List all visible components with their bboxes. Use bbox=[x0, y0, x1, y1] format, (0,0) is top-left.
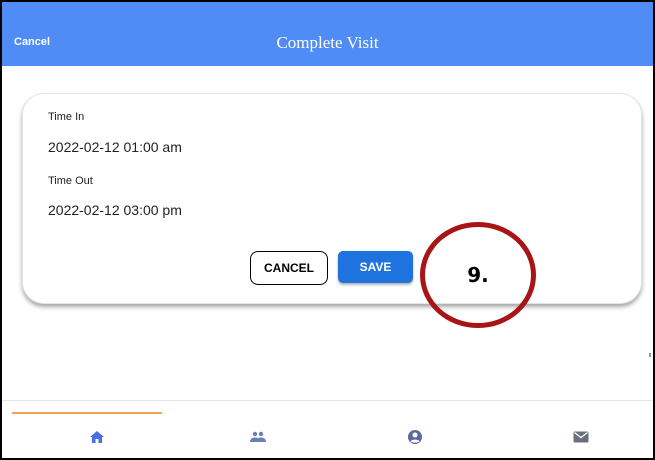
app-frame: Cancel Complete Visit Time In 2022-02-12… bbox=[0, 0, 655, 460]
time-in-label: Time In bbox=[48, 111, 85, 123]
visit-time-card: Time In 2022-02-12 01:00 am Time Out 202… bbox=[22, 93, 642, 304]
tab-account[interactable] bbox=[400, 423, 430, 451]
page-title: Complete Visit bbox=[276, 33, 379, 52]
top-app-bar: Cancel Complete Visit bbox=[2, 2, 653, 66]
mail-icon bbox=[573, 431, 589, 443]
step-annotation-circle: 9. bbox=[420, 222, 536, 328]
tab-messages[interactable] bbox=[566, 423, 596, 451]
people-icon bbox=[250, 431, 266, 442]
active-tab-indicator bbox=[12, 412, 162, 414]
account-icon bbox=[408, 430, 422, 444]
cancel-button[interactable]: CANCEL bbox=[250, 251, 328, 285]
tab-people[interactable] bbox=[243, 423, 273, 451]
main-content: Time In 2022-02-12 01:00 am Time Out 202… bbox=[2, 66, 653, 400]
step-number: 9. bbox=[467, 263, 489, 287]
time-out-label: Time Out bbox=[48, 175, 93, 187]
bottom-tab-bar bbox=[2, 400, 653, 458]
tab-home[interactable] bbox=[82, 423, 112, 451]
save-button[interactable]: SAVE bbox=[338, 251, 413, 283]
home-icon bbox=[90, 431, 104, 443]
time-in-field[interactable]: 2022-02-12 01:00 am bbox=[48, 139, 182, 155]
time-out-field[interactable]: 2022-02-12 03:00 pm bbox=[48, 202, 182, 218]
scrollbar[interactable] bbox=[649, 353, 651, 357]
